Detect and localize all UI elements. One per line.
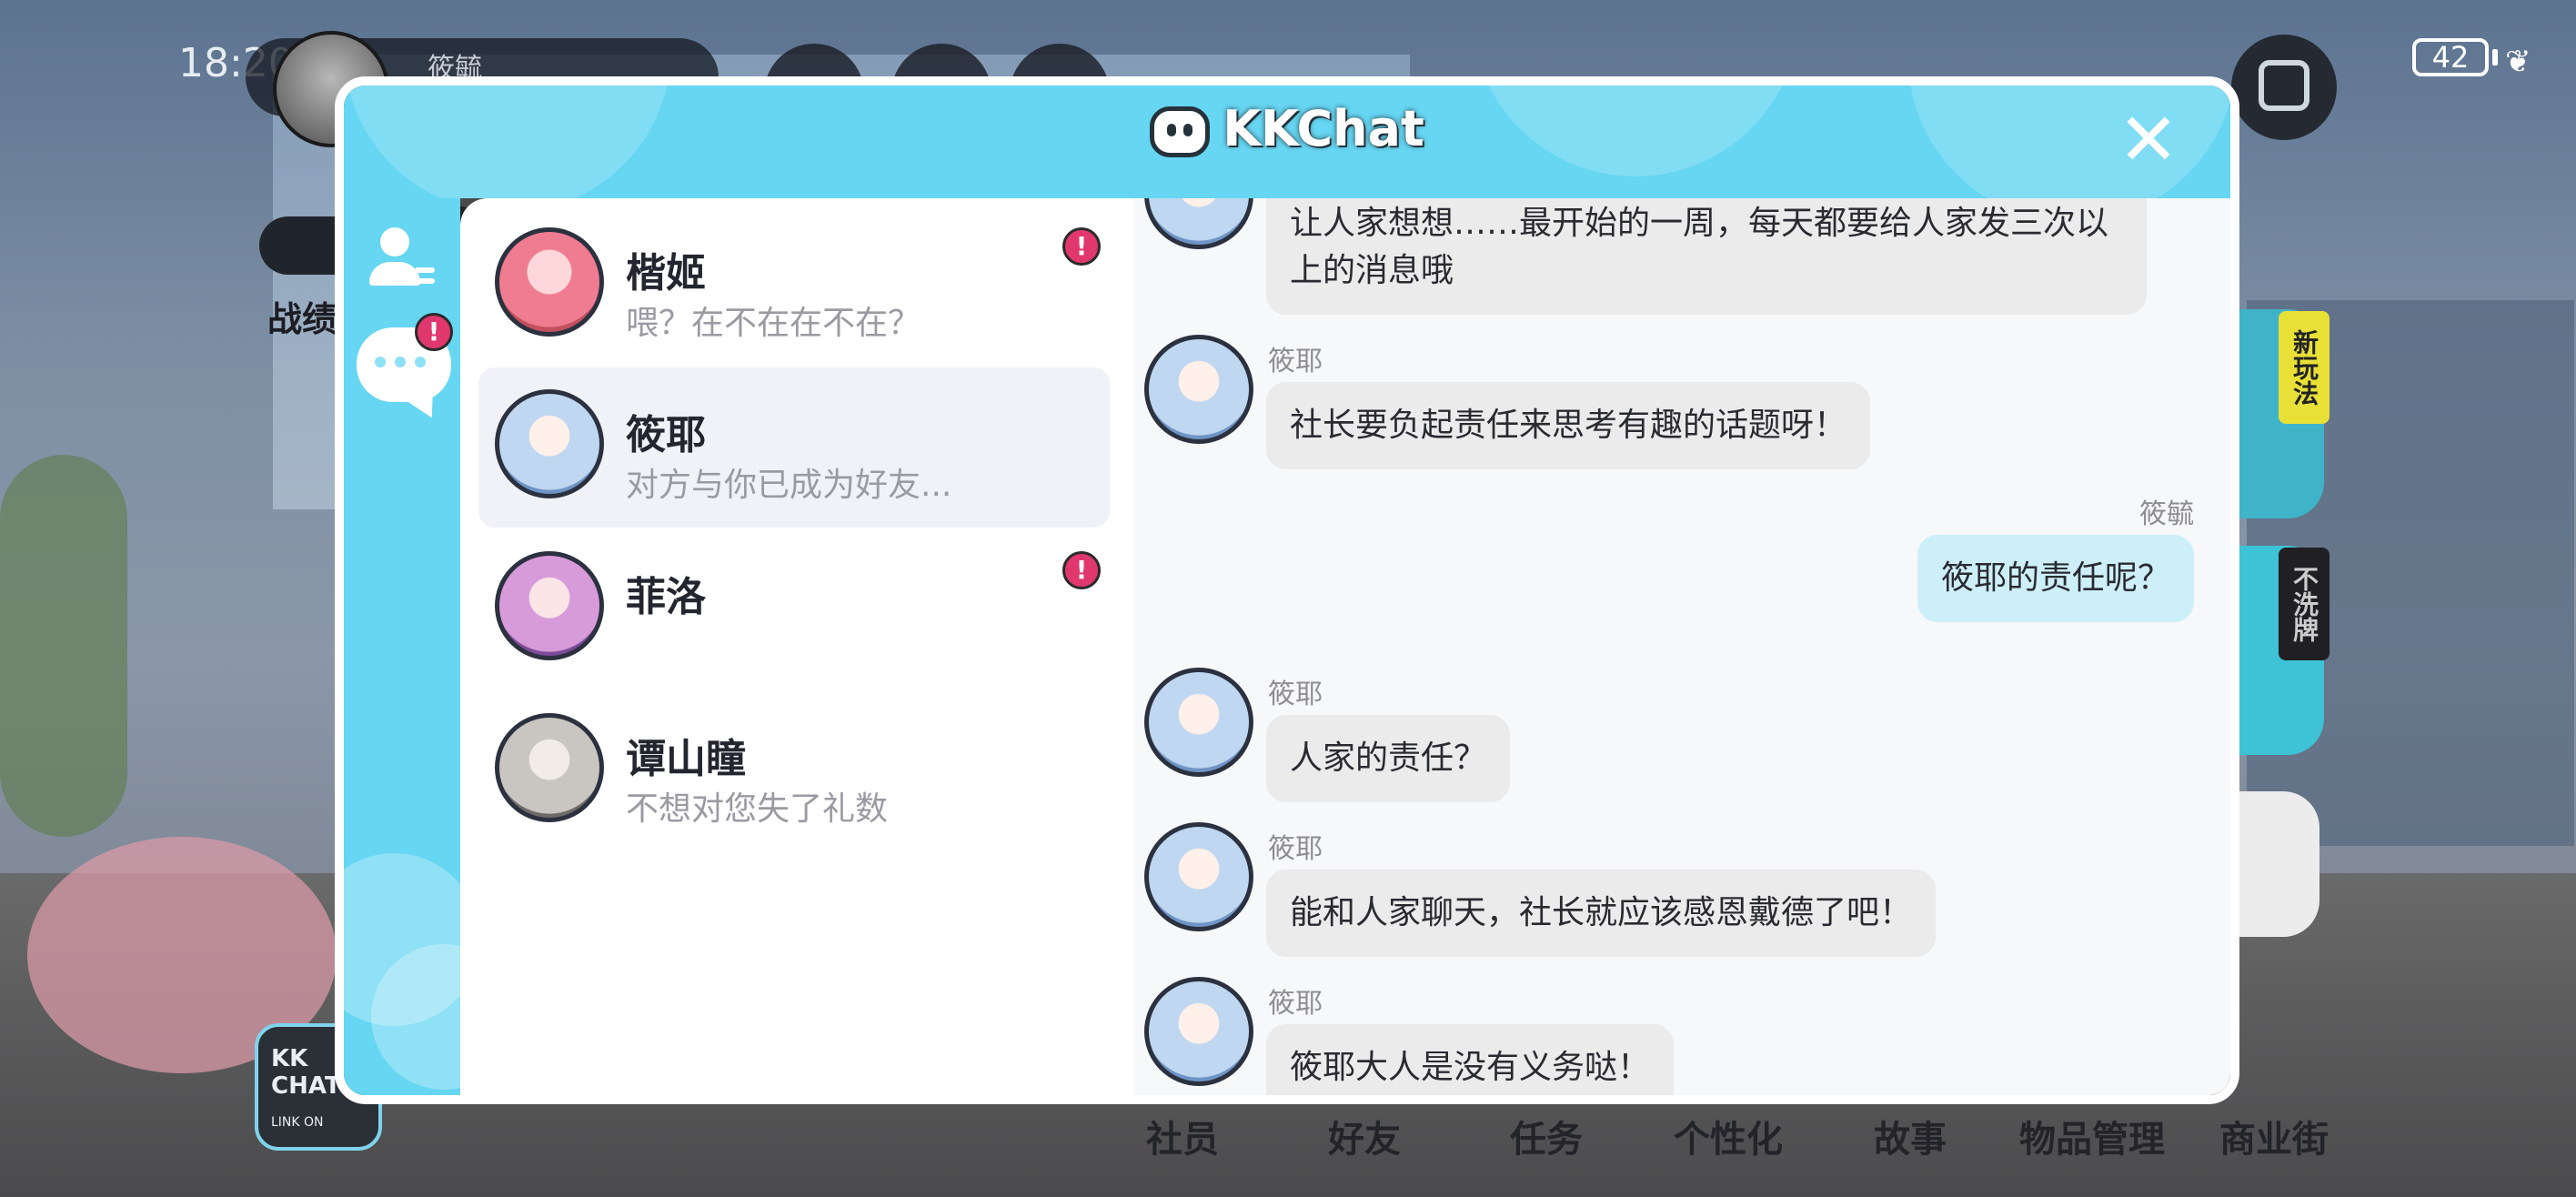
window-header: KKChat ✕ — [344, 86, 2230, 222]
nav-inventory[interactable]: 物品管理 — [2001, 1110, 2183, 1164]
nav-personalize[interactable]: 个性化 — [1637, 1110, 1819, 1164]
nav-members[interactable]: 社员 — [1092, 1110, 1273, 1164]
contact-avatar — [495, 713, 604, 822]
contact-avatar — [495, 551, 604, 660]
message-avatar — [1144, 822, 1253, 931]
contact-name: 菲洛 — [626, 574, 706, 620]
contacts-icon-head — [380, 227, 409, 256]
chat-bubble-dots — [375, 357, 438, 371]
chats-tab-alert-icon: ! — [415, 313, 453, 351]
kkchat-app-line1: KK — [271, 1045, 308, 1072]
nav-friends[interactable]: 好友 — [1273, 1110, 1455, 1164]
message-sender: 筱耶 — [1268, 346, 1323, 377]
contact-preview: 喂？在不在在不在？ — [626, 305, 921, 342]
kkchat-app-line2: CHAT — [271, 1072, 341, 1100]
chats-tab-icon[interactable]: ! — [357, 313, 457, 425]
kkchat-window: KKChat ✕ ! 楷姬 喂？在不在在不在？ ! 筱耶 对方与你已成为好友.. — [335, 76, 2239, 1104]
message-bubble: 社长要负起责任来思考有趣的话题呀！ — [1266, 382, 1871, 469]
contact-avatar — [495, 389, 604, 498]
message-sender: 筱耶 — [1268, 833, 1323, 865]
message-avatar — [1144, 977, 1253, 1086]
battery-tip — [2492, 49, 2498, 65]
message-bubble: 人家的责任？ — [1266, 715, 1511, 802]
window-sidebar: ! — [344, 198, 517, 1095]
message-bubble: 能和人家聊天，社长就应该感恩戴德了吧！ — [1266, 870, 1937, 957]
bottom-nav: 社员 好友 任务 个性化 故事 物品管理 商业街 — [1092, 1110, 2565, 1164]
close-button[interactable]: ✕ — [2112, 104, 2185, 178]
contact-name: 楷姬 — [626, 250, 706, 297]
message-sender: 筱耶 — [1268, 679, 1323, 710]
message-sender: 筱耶 — [1268, 988, 1323, 1020]
message-bubble: 让人家想想……最开始的一周，每天都要给人家发三次以上的消息哦 — [1266, 198, 2147, 315]
gallery-icon — [2259, 60, 2309, 111]
new-mode-tab[interactable]: 新玩法 — [2279, 311, 2329, 424]
background-plant — [0, 455, 127, 837]
gallery-button[interactable] — [2231, 35, 2337, 140]
contacts-icon-lines — [415, 267, 435, 273]
contact-item[interactable]: 菲洛 ! — [478, 529, 1110, 689]
window-title-text: KKChat — [1223, 100, 1424, 157]
contact-item[interactable]: 谭山瞳 不想对您失了礼数 — [478, 691, 1110, 851]
nav-shop-street[interactable]: 商业街 — [2183, 1110, 2365, 1164]
message-bubble-self: 筱耶的责任呢？ — [1917, 535, 2194, 622]
contact-preview: 对方与你已成为好友... — [626, 467, 952, 504]
kkchat-logo-icon — [1150, 106, 1211, 158]
nav-story[interactable]: 故事 — [1819, 1110, 2001, 1164]
no-shuffle-tab[interactable]: 不洗牌 — [2279, 548, 2329, 660]
contact-list: 楷姬 喂？在不在在不在？ ! 筱耶 对方与你已成为好友... 菲洛 ! 谭山瞳 … — [460, 198, 1133, 1095]
stats-label: 战绩 — [267, 299, 337, 339]
contact-item[interactable]: 楷姬 喂？在不在在不在？ ! — [478, 206, 1110, 366]
contact-name: 筱耶 — [626, 412, 706, 458]
contacts-icon-body — [369, 262, 420, 286]
nav-tasks[interactable]: 任务 — [1455, 1110, 1637, 1164]
message-panel[interactable]: 让人家想想……最开始的一周，每天都要给人家发三次以上的消息哦 筱耶 社长要负起责… — [1133, 198, 2230, 1095]
battery-indicator: 42 — [2412, 38, 2489, 76]
message-sender-self: 筱毓 — [2139, 498, 2194, 530]
contact-name: 谭山瞳 — [626, 736, 746, 782]
window-title: KKChat — [344, 100, 2230, 158]
contact-avatar — [495, 227, 604, 337]
message-avatar — [1144, 198, 1253, 249]
leaf-icon: ❦ — [2505, 44, 2531, 80]
contact-preview: 不想对您失了礼数 — [626, 790, 889, 828]
contact-item-active[interactable]: 筱耶 对方与你已成为好友... — [478, 367, 1110, 528]
message-avatar — [1144, 335, 1253, 444]
kkchat-app-sub: LINK ON — [271, 1115, 324, 1130]
message-bubble: 筱耶大人是没有义务哒！ — [1266, 1024, 1675, 1095]
unread-alert-icon: ! — [1062, 227, 1101, 266]
contacts-tab-icon[interactable] — [369, 227, 435, 291]
unread-alert-icon: ! — [1062, 551, 1101, 589]
message-avatar — [1144, 668, 1253, 777]
